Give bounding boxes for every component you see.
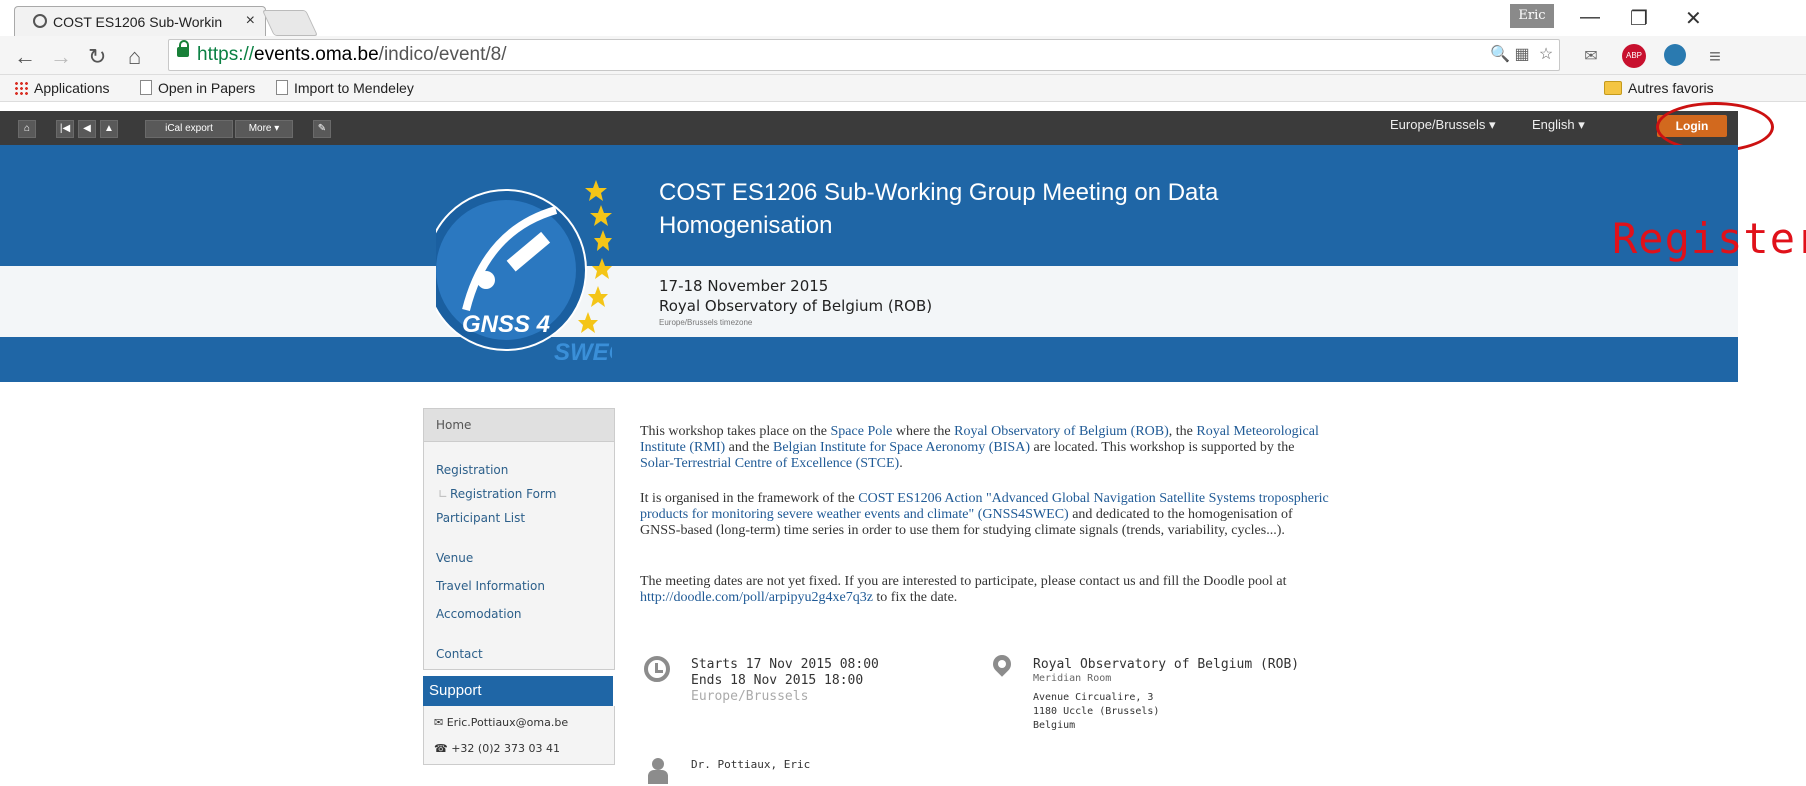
event-menu: Home Registration ∟ Registration Form Pa… <box>423 408 615 670</box>
bookmarks-bar: Applications Open in Papers Import to Me… <box>0 75 1806 102</box>
url-text: https://events.oma.be/indico/event/8/ <box>197 44 507 65</box>
event-header-bottom <box>0 337 1738 382</box>
menu-item-accomodation[interactable]: Accomodation <box>436 607 522 621</box>
forward-icon[interactable]: → <box>50 44 72 70</box>
bookmark-star-icon[interactable]: ☆ <box>1535 44 1557 64</box>
mail-icon: ✉ <box>434 716 447 729</box>
edit-icon[interactable]: ✎ <box>313 120 331 138</box>
menu-icon[interactable]: ≡ <box>1704 46 1726 68</box>
tab-close-icon[interactable]: × <box>246 12 255 30</box>
back-icon[interactable]: ← <box>14 44 36 70</box>
menu-item-registration[interactable]: Registration <box>436 463 508 477</box>
event-dates: 17-18 November 2015 <box>659 277 829 295</box>
home-icon[interactable]: ⌂ <box>128 44 141 70</box>
event-timezone: Europe/Brussels <box>691 689 809 704</box>
home-nav-icon[interactable]: ⌂ <box>18 120 36 138</box>
location-pin-icon <box>989 651 1015 677</box>
register-annotation: Register <box>1612 214 1806 263</box>
bookmark-open-in-papers[interactable]: Open in Papers <box>140 80 255 96</box>
site-favicon-icon <box>33 14 47 28</box>
language-selector[interactable]: English ▾ <box>1532 117 1585 133</box>
support-email[interactable]: ✉ Eric.Pottiaux@oma.be <box>434 716 568 729</box>
description-paragraph-2: It is organised in the framework of the … <box>640 491 1329 538</box>
bookmark-applications[interactable]: Applications <box>14 80 110 96</box>
lock-icon <box>177 40 189 57</box>
address-bar[interactable]: https://events.oma.be/indico/event/8/ 🔍 … <box>168 39 1560 71</box>
menu-item-contact[interactable]: Contact <box>436 647 483 661</box>
link-rob[interactable]: Royal Observatory of Belgium (ROB) <box>954 424 1169 439</box>
browser-tab[interactable]: COST ES1206 Sub-Workin × <box>14 6 266 37</box>
support-phone: ☎ +32 (0)2 373 03 41 <box>434 742 560 755</box>
browser-tab-bar: COST ES1206 Sub-Workin × Eric — ❐ ✕ <box>0 0 1806 37</box>
link-stce[interactable]: Solar-Terrestrial Centre of Excellence (… <box>640 456 899 471</box>
window-close-icon[interactable]: ✕ <box>1685 6 1702 31</box>
reload-icon[interactable]: ↻ <box>88 44 106 70</box>
support-box: ✉ Eric.Pottiaux@oma.be ☎ +32 (0)2 373 03… <box>423 706 615 765</box>
event-timezone-note: Europe/Brussels timezone <box>659 318 753 327</box>
address-line-2: 1180 Uccle (Brussels) <box>1033 706 1160 717</box>
profile-badge[interactable]: Eric <box>1510 4 1554 28</box>
ical-export-button[interactable]: iCal export <box>145 120 233 138</box>
restore-icon[interactable]: ❐ <box>1630 6 1648 31</box>
gnss4swec-logo: GNSS 4 SWEC <box>436 180 612 366</box>
bookmark-import-mendeley[interactable]: Import to Mendeley <box>276 80 414 96</box>
link-doodle[interactable]: http://doodle.com/poll/arpipyu2g4xe7q3z <box>640 590 873 605</box>
event-venue: Royal Observatory of Belgium (ROB) <box>659 297 933 315</box>
menu-label: Home <box>436 418 472 432</box>
menu-item-participant-list[interactable]: Participant List <box>436 511 525 525</box>
submenu-indent-icon: ∟ <box>438 487 449 501</box>
new-tab-button[interactable] <box>261 10 319 36</box>
first-event-icon[interactable]: |◀ <box>56 120 74 138</box>
logo-subtext: SWEC <box>554 339 612 366</box>
menu-item-travel-information[interactable]: Travel Information <box>436 579 545 593</box>
apps-grid-icon <box>14 81 28 95</box>
previous-event-icon[interactable]: ◀ <box>78 120 96 138</box>
link-bisa[interactable]: Belgian Institute for Space Aeronomy (BI… <box>773 440 1030 455</box>
up-category-icon[interactable]: ▲ <box>100 120 118 138</box>
page-icon <box>140 80 152 95</box>
timezone-selector[interactable]: Europe/Brussels ▾ <box>1390 117 1496 133</box>
clock-icon <box>644 656 670 682</box>
logo-text: GNSS 4 <box>462 311 550 338</box>
chairperson: Dr. Pottiaux, Eric <box>691 758 811 771</box>
page-icon <box>276 80 288 95</box>
translate-icon[interactable]: ▦ <box>1511 44 1533 64</box>
address-line-3: Belgium <box>1033 720 1076 731</box>
event-end: Ends 18 Nov 2015 18:00 <box>691 673 864 688</box>
description-paragraph-3: The meeting dates are not yet fixed. If … <box>640 574 1287 605</box>
more-menu-button[interactable]: More ▾ <box>235 120 293 138</box>
extension-icon[interactable] <box>1664 44 1686 66</box>
zoom-icon[interactable]: 🔍 <box>1489 44 1511 64</box>
room-name: Meridian Room <box>1033 673 1112 684</box>
menu-item-venue[interactable]: Venue <box>436 551 473 565</box>
address-line-1: Avenue Circualire, 3 <box>1033 692 1154 703</box>
event-start: Starts 17 Nov 2015 08:00 <box>691 657 879 672</box>
menu-item-registration-form[interactable]: Registration Form <box>450 487 556 501</box>
event-title: COST ES1206 Sub-Working Group Meeting on… <box>659 179 1219 239</box>
description-paragraph-1: This workshop takes place on the Space P… <box>640 424 1319 471</box>
browser-toolbar: ← → ↻ ⌂ https://events.oma.be/indico/eve… <box>0 36 1806 75</box>
adblock-icon[interactable]: ABP <box>1622 44 1646 68</box>
support-header: Support <box>423 676 613 706</box>
folder-icon <box>1604 81 1622 95</box>
minimize-icon[interactable]: — <box>1580 6 1600 29</box>
bookmark-other-favorites[interactable]: Autres favoris <box>1604 80 1714 96</box>
link-space-pole[interactable]: Space Pole <box>831 424 893 439</box>
mail-icon[interactable]: ✉ <box>1580 46 1602 66</box>
tab-title: COST ES1206 Sub-Workin <box>53 14 223 30</box>
location-name: Royal Observatory of Belgium (ROB) <box>1033 657 1300 672</box>
menu-item-home[interactable]: Home <box>424 409 614 442</box>
person-icon <box>648 758 668 784</box>
site-toolbar: ⌂ |◀ ◀ ▲ iCal export More ▾ ✎ Europe/Bru… <box>0 111 1738 145</box>
phone-icon: ☎ <box>434 742 452 755</box>
